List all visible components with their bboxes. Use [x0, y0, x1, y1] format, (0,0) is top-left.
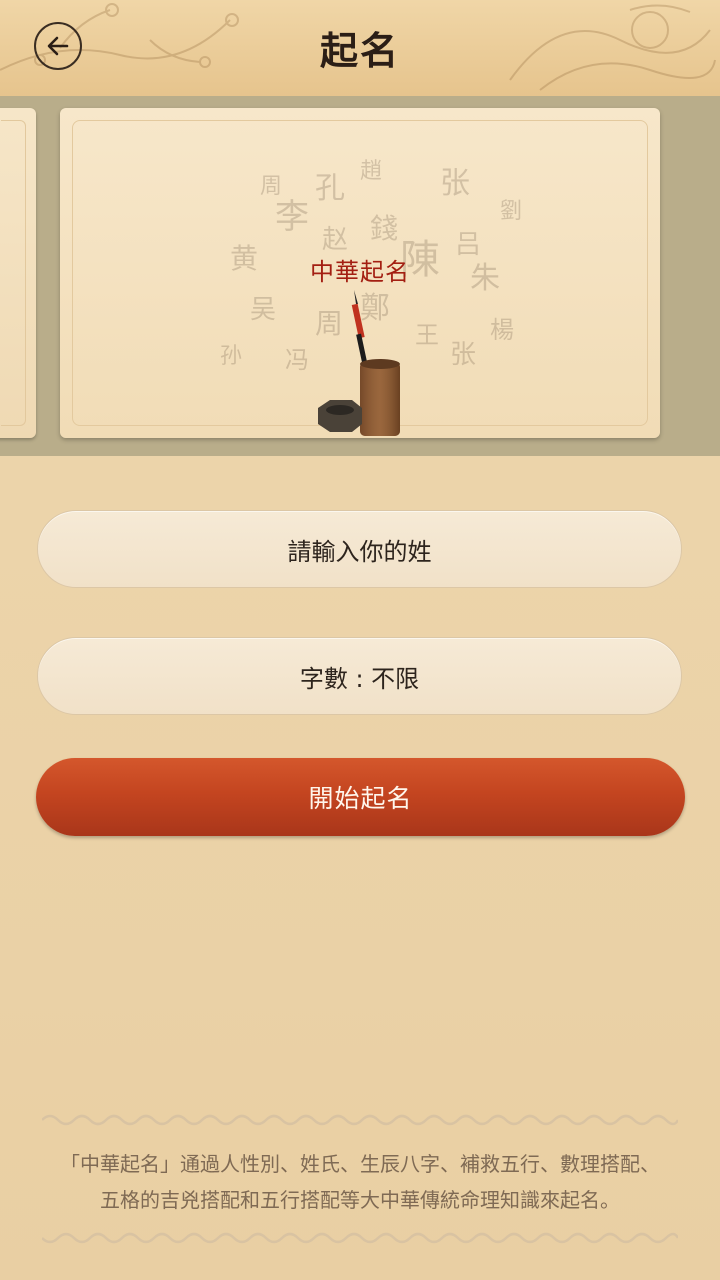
carousel-card-previous[interactable] [0, 108, 36, 438]
svg-text:錢: 錢 [370, 212, 398, 245]
svg-text:张: 张 [450, 340, 476, 370]
description-line-2: 五格的吉兇搭配和五行搭配等大中華傳統命理知識來起名。 [100, 1188, 620, 1212]
svg-text:赵: 赵 [322, 225, 348, 255]
svg-text:劉: 劉 [500, 199, 522, 224]
surname-input[interactable]: 請輸入你的姓 [37, 510, 682, 588]
svg-text:冯: 冯 [285, 346, 309, 374]
svg-text:张: 张 [440, 166, 470, 201]
svg-text:李: 李 [275, 197, 309, 237]
start-naming-button[interactable]: 開始起名 [36, 758, 685, 836]
cloud-border-top [42, 1114, 678, 1126]
char-count-label: 字數 : 不限 [299, 664, 420, 693]
svg-text:王: 王 [415, 321, 439, 349]
description: 「中華起名」通過人性別、姓氏、生辰八字、補救五行、數理搭配、 五格的吉兇搭配和五… [30, 1146, 690, 1218]
brush-pot-icon [318, 290, 400, 436]
banner-carousel[interactable]: 孔 李 赵 錢 陳 张 吕 朱 黄 吴 周 鄭 王 张 冯 孙 楊 趙 周 劉 [0, 96, 720, 456]
app-header: 起名 [0, 0, 720, 97]
page-title: 起名 [319, 28, 400, 73]
svg-text:吴: 吴 [250, 295, 276, 325]
svg-text:孔: 孔 [315, 171, 345, 206]
char-count-selector[interactable]: 字數 : 不限 [37, 637, 682, 715]
surname-input-placeholder: 請輸入你的姓 [287, 537, 432, 566]
cloud-border-bottom [42, 1232, 678, 1244]
start-naming-label: 開始起名 [308, 784, 413, 813]
card-title: 中華起名 [310, 258, 410, 286]
svg-text:孙: 孙 [220, 344, 242, 369]
svg-text:周: 周 [260, 174, 282, 199]
carousel-card[interactable]: 孔 李 赵 錢 陳 张 吕 朱 黄 吴 周 鄭 王 张 冯 孙 楊 趙 周 劉 [60, 108, 660, 438]
svg-text:楊: 楊 [490, 316, 514, 344]
svg-text:趙: 趙 [360, 159, 382, 184]
description-line-1: 「中華起名」通過人性別、姓氏、生辰八字、補救五行、數理搭配、 [60, 1152, 660, 1176]
